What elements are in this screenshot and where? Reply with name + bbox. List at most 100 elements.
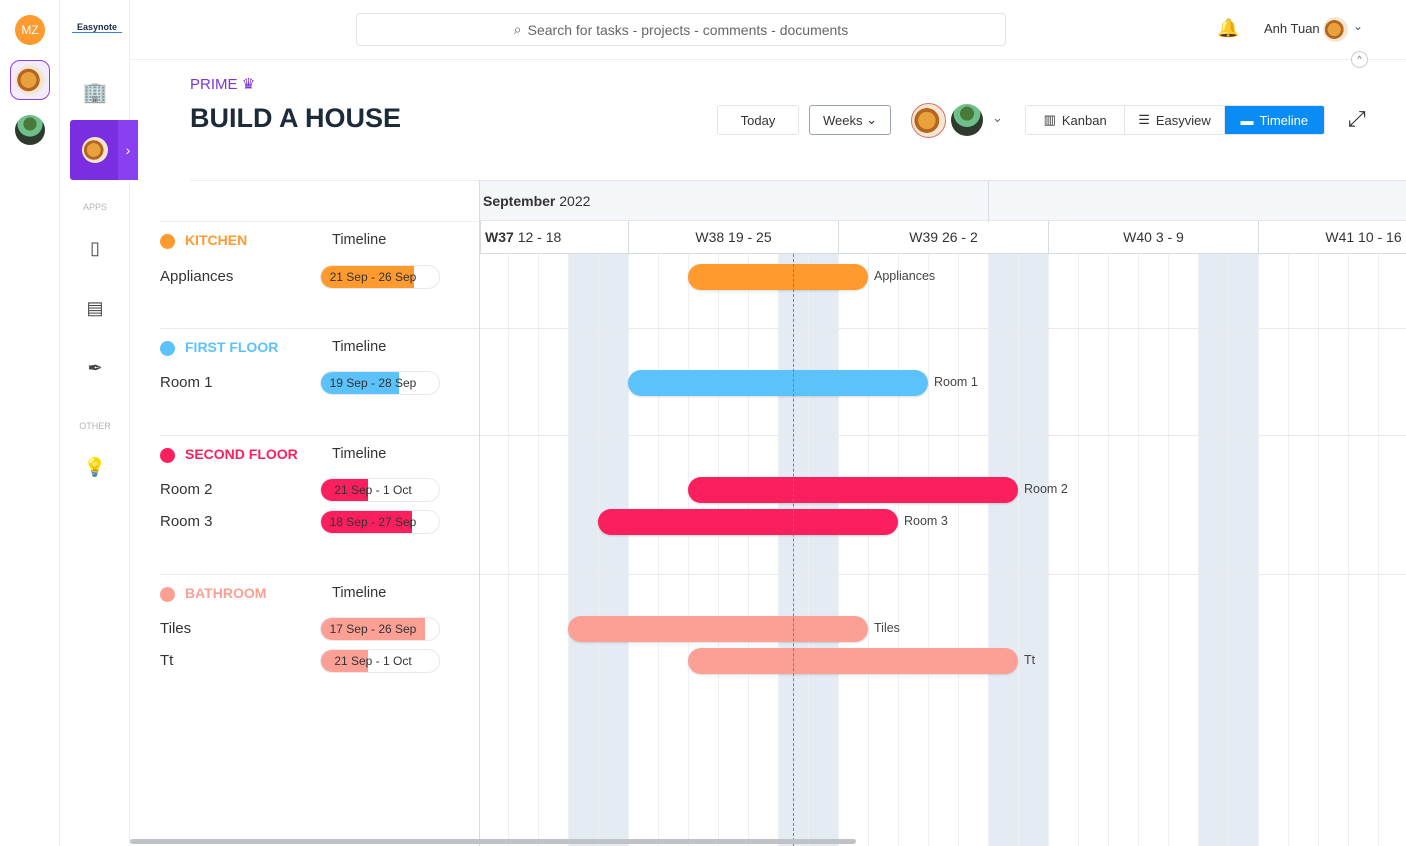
- task-bar-label: Room 3: [904, 514, 948, 528]
- column-label: Timeline: [332, 585, 387, 601]
- task-date-pill[interactable]: 21 Sep - 26 Sep: [320, 265, 440, 289]
- task-name[interactable]: Tt: [160, 652, 173, 669]
- page-title: BUILD A HOUSE: [190, 103, 402, 133]
- tab-kanban[interactable]: ▥ Kanban: [1026, 106, 1126, 134]
- other-heading: OTHER: [79, 421, 111, 431]
- day-gridline: [508, 254, 509, 846]
- user-name[interactable]: Anh Tuan: [1264, 21, 1320, 36]
- day-gridline: [868, 254, 869, 846]
- task-name[interactable]: Appliances: [160, 268, 233, 285]
- day-gridline: [538, 254, 539, 846]
- day-gridline: [1078, 254, 1079, 846]
- week-header: W40 3 - 9: [1048, 221, 1258, 254]
- month-header: September 2022: [480, 180, 1406, 222]
- horizontal-scrollbar[interactable]: [130, 839, 856, 844]
- task-bar[interactable]: [568, 616, 868, 642]
- range-select[interactable]: Weeks ⌄: [809, 105, 891, 135]
- easynote-logo[interactable]: Easynote: [72, 22, 122, 33]
- week-header: W38 19 - 25: [628, 221, 838, 254]
- bell-icon[interactable]: 🔔: [1217, 18, 1239, 39]
- pen-icon[interactable]: ✒: [60, 358, 130, 379]
- day-gridline: [1318, 254, 1319, 846]
- day-gridline: [718, 254, 719, 846]
- day-gridline: [568, 254, 569, 846]
- tab-easyview[interactable]: ☰ Easyview: [1125, 106, 1225, 134]
- task-name[interactable]: Room 1: [160, 374, 213, 391]
- day-gridline: [688, 254, 689, 846]
- day-gridline: [1258, 254, 1259, 846]
- today-button[interactable]: Today: [717, 105, 799, 135]
- chevron-right-icon[interactable]: ›: [118, 120, 138, 180]
- group-name[interactable]: SECOND FLOOR: [185, 446, 298, 462]
- day-gridline: [778, 254, 779, 846]
- tab-timeline[interactable]: ▬ Timeline: [1224, 106, 1324, 134]
- day-gridline: [898, 254, 899, 846]
- weekend-shade: [778, 254, 838, 846]
- task-bar-label: Appliances: [874, 269, 936, 283]
- progress-fill: [321, 650, 369, 672]
- task-bar[interactable]: [688, 264, 868, 290]
- column-label: Timeline: [332, 446, 387, 462]
- task-bar[interactable]: [688, 648, 1018, 674]
- task-name[interactable]: Room 3: [160, 513, 213, 530]
- task-date-pill[interactable]: 19 Sep - 28 Sep: [320, 371, 440, 395]
- group-separator: [160, 328, 1406, 329]
- task-bar[interactable]: [688, 477, 1018, 503]
- document-icon[interactable]: ▤: [60, 298, 130, 319]
- task-bar-label: Tiles: [874, 621, 900, 635]
- day-gridline: [628, 254, 629, 846]
- task-bar[interactable]: [628, 370, 928, 396]
- day-gridline: [928, 254, 929, 846]
- workspace-rail: MZ: [0, 0, 60, 846]
- fullscreen-icon[interactable]: ⤢: [1348, 106, 1366, 132]
- group-name[interactable]: KITCHEN: [185, 232, 247, 248]
- collapse-header-button[interactable]: ^: [1351, 51, 1368, 68]
- group-name[interactable]: FIRST FLOOR: [185, 339, 278, 355]
- book-icon[interactable]: ▯: [60, 238, 130, 259]
- active-project-tile[interactable]: ›: [70, 120, 138, 180]
- task-bar[interactable]: [598, 509, 898, 535]
- day-gridline: [1288, 254, 1289, 846]
- building-icon[interactable]: 🏢: [60, 80, 130, 105]
- day-gridline: [1228, 254, 1229, 846]
- week-header: W41 10 - 16: [1258, 221, 1406, 254]
- kanban-icon: ▥: [1043, 112, 1056, 127]
- left-header-line: [160, 221, 480, 222]
- header-divider: [130, 59, 1406, 60]
- user-avatar[interactable]: MZ: [15, 15, 45, 45]
- day-gridline: [1048, 254, 1049, 846]
- task-date-pill[interactable]: 17 Sep - 26 Sep: [320, 617, 440, 641]
- header-bottom-divider: [190, 180, 480, 181]
- day-gridline: [1348, 254, 1349, 846]
- group-name[interactable]: BATHROOM: [185, 585, 266, 601]
- member-avatar[interactable]: [951, 104, 983, 136]
- chevron-down-icon[interactable]: ⌄: [1353, 19, 1363, 33]
- weekend-shade: [1198, 254, 1258, 846]
- lightbulb-icon[interactable]: 💡: [60, 457, 130, 478]
- group-dot: [160, 587, 175, 602]
- user-avatar-top[interactable]: [1323, 17, 1348, 42]
- day-gridline: [1138, 254, 1139, 846]
- group-dot: [160, 448, 175, 463]
- day-gridline: [838, 254, 839, 846]
- progress-fill: [321, 266, 415, 288]
- day-gridline: [958, 254, 959, 846]
- timeline-icon: ▬: [1240, 112, 1254, 128]
- task-date-pill[interactable]: 21 Sep - 1 Oct: [320, 478, 440, 502]
- task-date-pill[interactable]: 18 Sep - 27 Sep: [320, 510, 440, 534]
- day-gridline: [658, 254, 659, 846]
- workspace-pizza[interactable]: [10, 60, 50, 100]
- member-avatar[interactable]: [911, 103, 946, 138]
- chevron-down-icon: ⌄: [866, 112, 878, 127]
- task-name[interactable]: Tiles: [160, 620, 191, 637]
- task-date-pill[interactable]: 21 Sep - 1 Oct: [320, 649, 440, 673]
- task-bar-label: Room 1: [934, 375, 978, 389]
- workspace-plant[interactable]: [15, 115, 45, 145]
- progress-fill: [321, 479, 369, 501]
- task-name[interactable]: Room 2: [160, 481, 213, 498]
- group-dot: [160, 234, 175, 249]
- members-chevron-down-icon[interactable]: ⌄: [992, 110, 1003, 126]
- day-gridline: [1198, 254, 1199, 846]
- group-dot: [160, 341, 175, 356]
- search-input[interactable]: ⌕ Search for tasks - projects - comments …: [356, 13, 1006, 46]
